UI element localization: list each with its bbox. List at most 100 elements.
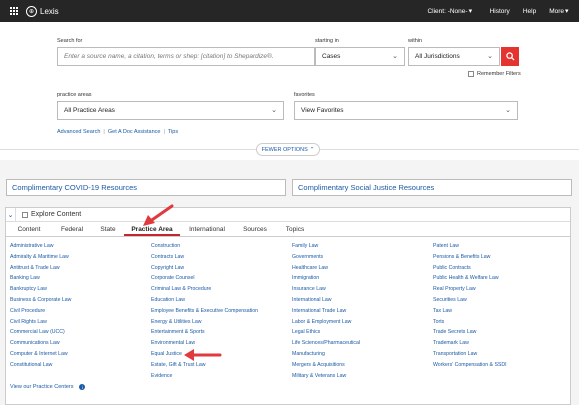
practice-area-link[interactable]: Banking Law — [10, 273, 71, 284]
tab-topics[interactable]: Topics — [276, 223, 314, 236]
within-label: within — [408, 38, 423, 44]
link-separator: | — [163, 129, 165, 135]
practice-area-link[interactable]: Public Health & Welfare Law — [433, 273, 507, 284]
practice-area-link[interactable]: Insurance Law — [292, 284, 360, 295]
within-select[interactable]: All Jurisdictions ⌄ — [408, 47, 500, 66]
social-justice-banner[interactable]: Complimentary Social Justice Resources — [292, 179, 572, 196]
more-menu[interactable]: More ▾ — [549, 7, 573, 16]
explore-content-title: Explore Content — [31, 211, 82, 218]
more-label: More — [549, 7, 564, 15]
practice-area-link[interactable]: Family Law — [292, 241, 360, 252]
practice-area-link[interactable]: Constitutional Law — [10, 360, 71, 371]
practice-area-link[interactable]: Healthcare Law — [292, 263, 360, 274]
get-a-doc-link[interactable]: Get A Doc Assistance — [108, 129, 161, 135]
practice-area-link[interactable]: Immigration — [292, 273, 360, 284]
practice-area-link[interactable]: Civil Rights Law — [10, 317, 71, 328]
favorites-select[interactable]: View Favorites ⌄ — [294, 101, 518, 120]
search-button[interactable] — [501, 47, 519, 66]
practice-area-link[interactable]: Computer & Internet Law — [10, 349, 71, 360]
tab-international[interactable]: International — [180, 223, 234, 236]
practice-area-link[interactable]: Construction — [151, 241, 258, 252]
practice-area-link[interactable]: Entertainment & Sports — [151, 327, 258, 338]
advanced-search-link[interactable]: Advanced Search — [57, 129, 100, 135]
practice-area-link[interactable]: Patent Law — [433, 241, 507, 252]
chevron-down-icon: ⌄ — [505, 107, 511, 114]
remember-filters-checkbox[interactable] — [468, 71, 474, 77]
view-practice-centers-link[interactable]: View our Practice Centers — [10, 384, 73, 390]
lexis-logo[interactable]: ⊕ Lexis — [26, 4, 59, 18]
search-links: Advanced Search | Get A Doc Assistance |… — [57, 129, 178, 135]
favorites-value: View Favorites — [301, 107, 344, 114]
practice-area-link[interactable]: Education Law — [151, 295, 258, 306]
apps-grid-icon[interactable] — [10, 7, 18, 15]
practice-area-link[interactable]: Commercial Law (UCC) — [10, 327, 71, 338]
practice-area-link[interactable]: Admiralty & Maritime Law — [10, 252, 71, 263]
practice-area-column-1: Administrative Law Admiralty & Maritime … — [10, 241, 71, 371]
practice-area-link[interactable]: Torts — [433, 317, 507, 328]
practice-area-link[interactable]: Transportation Law — [433, 349, 507, 360]
practice-area-link[interactable]: Antitrust & Trade Law — [10, 263, 71, 274]
practice-area-link[interactable]: Corporate Counsel — [151, 273, 258, 284]
practice-area-link[interactable]: Tax Law — [433, 306, 507, 317]
practice-area-link[interactable]: Manufacturing — [292, 349, 360, 360]
client-label: Client: -None- — [427, 7, 468, 15]
practice-area-link[interactable]: Trade Secrets Law — [433, 327, 507, 338]
tab-state[interactable]: State — [92, 223, 124, 236]
practice-area-link[interactable]: Contracts Law — [151, 252, 258, 263]
chevron-up-icon: ⌃ — [309, 146, 315, 153]
within-value: All Jurisdictions — [415, 53, 460, 60]
practice-area-link[interactable]: Mergers & Acquisitions — [292, 360, 360, 371]
remember-filters[interactable]: Remember Filters — [468, 71, 521, 77]
info-icon[interactable]: i — [79, 384, 86, 390]
practice-area-link[interactable]: Business & Corporate Law — [10, 295, 71, 306]
tab-content[interactable]: Content — [6, 223, 52, 236]
tab-federal[interactable]: Federal — [52, 223, 92, 236]
practice-area-link[interactable]: Copyright Law — [151, 263, 258, 274]
practice-area-link[interactable]: Life Sciences/Pharmaceutical — [292, 338, 360, 349]
practice-area-link[interactable]: Communications Law — [10, 338, 71, 349]
practice-area-column-4: Patent Law Pensions & Benefits Law Publi… — [433, 241, 507, 371]
fewer-options-button[interactable]: FEWER OPTIONS ⌃ — [256, 143, 320, 156]
practice-area-link[interactable]: Employee Benefits & Executive Compensati… — [151, 306, 258, 317]
practice-area-link[interactable]: Criminal Law & Procedure — [151, 284, 258, 295]
practice-area-link[interactable]: Legal Ethics — [292, 327, 360, 338]
practice-area-link[interactable]: International Law — [292, 295, 360, 306]
chevron-down-icon: ⌄ — [392, 53, 398, 60]
practice-area-link[interactable]: Bankruptcy Law — [10, 284, 71, 295]
lexis-logo-text: Lexis — [40, 6, 59, 16]
practice-areas-select[interactable]: All Practice Areas ⌄ — [57, 101, 284, 120]
help-link[interactable]: Help — [523, 8, 536, 15]
practice-area-link[interactable]: Civil Procedure — [10, 306, 71, 317]
practice-area-link[interactable]: Administrative Law — [10, 241, 71, 252]
search-icon — [505, 52, 515, 61]
practice-area-link[interactable]: Energy & Utilities Law — [151, 317, 258, 328]
practice-area-link[interactable]: Real Property Law — [433, 284, 507, 295]
practice-area-link[interactable]: International Trade Law — [292, 306, 360, 317]
history-link[interactable]: History — [490, 8, 510, 15]
practice-area-link[interactable]: Pensions & Benefits Law — [433, 252, 507, 263]
practice-area-link[interactable]: Trademark Law — [433, 338, 507, 349]
practice-area-link[interactable]: Governments — [292, 252, 360, 263]
search-input[interactable]: Enter a source name, a citation, terms o… — [57, 47, 315, 66]
practice-area-link[interactable]: Securities Law — [433, 295, 507, 306]
practice-area-column-3: Family Law Governments Healthcare Law Im… — [292, 241, 360, 381]
practice-area-link[interactable]: Workers' Compensation & SSDI — [433, 360, 507, 371]
tips-link[interactable]: Tips — [168, 129, 178, 135]
chevron-down-icon: ▾ — [468, 8, 473, 15]
fewer-options-label: FEWER OPTIONS — [261, 146, 308, 153]
explore-tabs: Content Federal State Practice Area Inte… — [6, 223, 570, 237]
link-separator: | — [103, 129, 105, 135]
practice-area-link[interactable]: Public Contracts — [433, 263, 507, 274]
practice-area-link[interactable]: Military & Veterans Law — [292, 371, 360, 382]
covid-resources-banner[interactable]: Complimentary COVID-19 Resources — [6, 179, 286, 196]
tab-sources[interactable]: Sources — [234, 223, 276, 236]
collapse-icon[interactable]: ⌄ — [6, 207, 16, 222]
lexis-logo-mark: ⊕ — [26, 5, 37, 17]
starting-in-select[interactable]: Cases ⌄ — [315, 47, 405, 66]
client-menu[interactable]: Client: -None- ▾ — [427, 7, 476, 16]
practice-area-link[interactable]: Labor & Employment Law — [292, 317, 360, 328]
favorites-label: favorites — [294, 92, 315, 98]
top-nav: Client: -None- ▾ History Help More ▾ — [427, 0, 573, 22]
starting-in-value: Cases — [322, 53, 341, 60]
practice-area-link[interactable]: Evidence — [151, 371, 258, 382]
